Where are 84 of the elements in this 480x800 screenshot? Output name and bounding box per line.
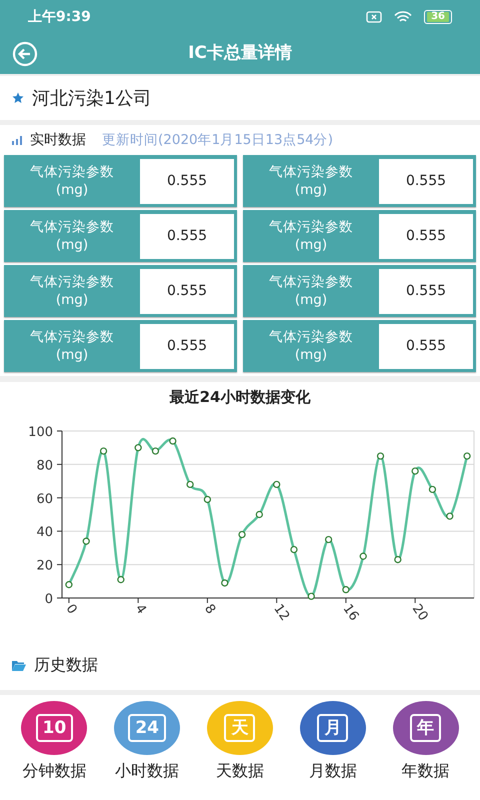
update-time: 更新时间(2020年1月15日13点54分) bbox=[102, 130, 334, 150]
parameter-name: 气体污染参数 bbox=[269, 163, 353, 181]
parameter-value: 0.555 bbox=[140, 324, 234, 368]
parameter-unit: (mg) bbox=[294, 291, 328, 309]
history-button[interactable]: 月 月数据 bbox=[300, 701, 366, 800]
parameter-unit: (mg) bbox=[56, 236, 88, 254]
chart-title: 最近24小时数据变化 bbox=[170, 387, 310, 408]
parameter-unit: (mg) bbox=[56, 291, 88, 309]
data-point bbox=[308, 592, 315, 600]
parameter-name: 气体污染参数 bbox=[30, 163, 114, 181]
x-tick-label: 8 bbox=[201, 601, 218, 617]
data-point bbox=[256, 510, 263, 518]
data-point bbox=[446, 512, 454, 520]
sim-icon bbox=[366, 11, 382, 23]
history-icon: 天 bbox=[206, 701, 273, 755]
parameter-name: 气体污染参数 bbox=[269, 273, 353, 291]
parameter-name: 气体污染参数 bbox=[30, 273, 114, 291]
data-point bbox=[324, 535, 332, 543]
history-button[interactable]: 年 年数据 bbox=[392, 701, 459, 800]
back-icon[interactable] bbox=[12, 41, 38, 67]
parameter-name: 气体污染参数 bbox=[30, 328, 114, 346]
x-tick-label: 16 bbox=[340, 601, 362, 624]
x-tick-label: 12 bbox=[270, 601, 292, 624]
parameter-value: 0.555 bbox=[140, 268, 234, 314]
y-tick-label: 100 bbox=[28, 424, 53, 440]
data-point bbox=[428, 485, 436, 493]
data-point bbox=[117, 576, 124, 583]
data-point bbox=[100, 446, 108, 454]
folder-icon bbox=[12, 660, 26, 670]
parameter-value: 0.555 bbox=[379, 158, 473, 204]
data-point bbox=[394, 556, 402, 563]
bar-chart-icon bbox=[12, 136, 22, 144]
x-tick-label: 4 bbox=[132, 601, 149, 617]
parameter-name: 气体污染参数 bbox=[269, 218, 353, 236]
parameter-unit: (mg) bbox=[294, 236, 328, 254]
data-point bbox=[376, 452, 384, 460]
history-title: 历史数据 bbox=[34, 654, 98, 676]
y-tick-label: 80 bbox=[36, 458, 53, 473]
parameter-value: 0.555 bbox=[379, 324, 473, 368]
history-button[interactable]: 10 分钟数据 bbox=[21, 701, 88, 800]
data-point bbox=[169, 436, 176, 444]
parameter-unit: (mg) bbox=[56, 181, 88, 199]
y-tick-label: 0 bbox=[44, 592, 53, 606]
parameter-name: 气体污染参数 bbox=[269, 328, 353, 346]
parameter-name: 气体污染参数 bbox=[30, 218, 114, 236]
data-point bbox=[134, 444, 142, 451]
star-icon bbox=[12, 92, 24, 104]
parameter-value: 0.555 bbox=[140, 158, 234, 204]
parameter-unit: (mg) bbox=[56, 346, 88, 364]
x-tick-label: 0 bbox=[62, 601, 80, 617]
parameter-value: 0.555 bbox=[379, 214, 473, 258]
y-tick-label: 60 bbox=[36, 491, 53, 506]
data-point bbox=[238, 530, 246, 538]
parameter-unit: (mg) bbox=[294, 181, 328, 199]
data-point bbox=[204, 495, 211, 503]
history-button[interactable]: 24 小时数据 bbox=[114, 701, 180, 800]
history-button[interactable]: 天 天数据 bbox=[206, 701, 273, 800]
data-point bbox=[290, 545, 298, 553]
history-icon: 24 bbox=[114, 701, 180, 755]
data-point bbox=[186, 480, 194, 488]
data-point bbox=[360, 552, 367, 560]
data-point bbox=[152, 446, 160, 454]
history-icon: 月 bbox=[300, 701, 366, 755]
data-point bbox=[342, 586, 350, 593]
realtime-label: 实时数据 bbox=[30, 130, 86, 150]
data-point bbox=[82, 537, 90, 544]
parameter-value: 0.555 bbox=[379, 268, 473, 314]
parameter-value: 0.555 bbox=[140, 214, 234, 258]
history-icon: 年 bbox=[392, 701, 459, 755]
data-point bbox=[463, 452, 471, 460]
data-point bbox=[273, 480, 280, 488]
y-tick-label: 20 bbox=[36, 558, 53, 574]
data-point bbox=[65, 580, 73, 588]
company-name: 河北污染1公司 bbox=[32, 86, 152, 110]
x-tick-label: 20 bbox=[408, 601, 431, 624]
data-point bbox=[221, 578, 228, 586]
status-time: 上午9:39 bbox=[28, 8, 91, 26]
wifi-icon bbox=[394, 10, 412, 24]
page-title: IC卡总量详情 bbox=[188, 42, 292, 66]
battery-indicator: 36 bbox=[424, 10, 452, 24]
parameter-unit: (mg) bbox=[294, 346, 328, 364]
history-icon: 10 bbox=[21, 701, 88, 755]
data-point bbox=[412, 466, 419, 474]
y-tick-label: 40 bbox=[36, 524, 53, 540]
